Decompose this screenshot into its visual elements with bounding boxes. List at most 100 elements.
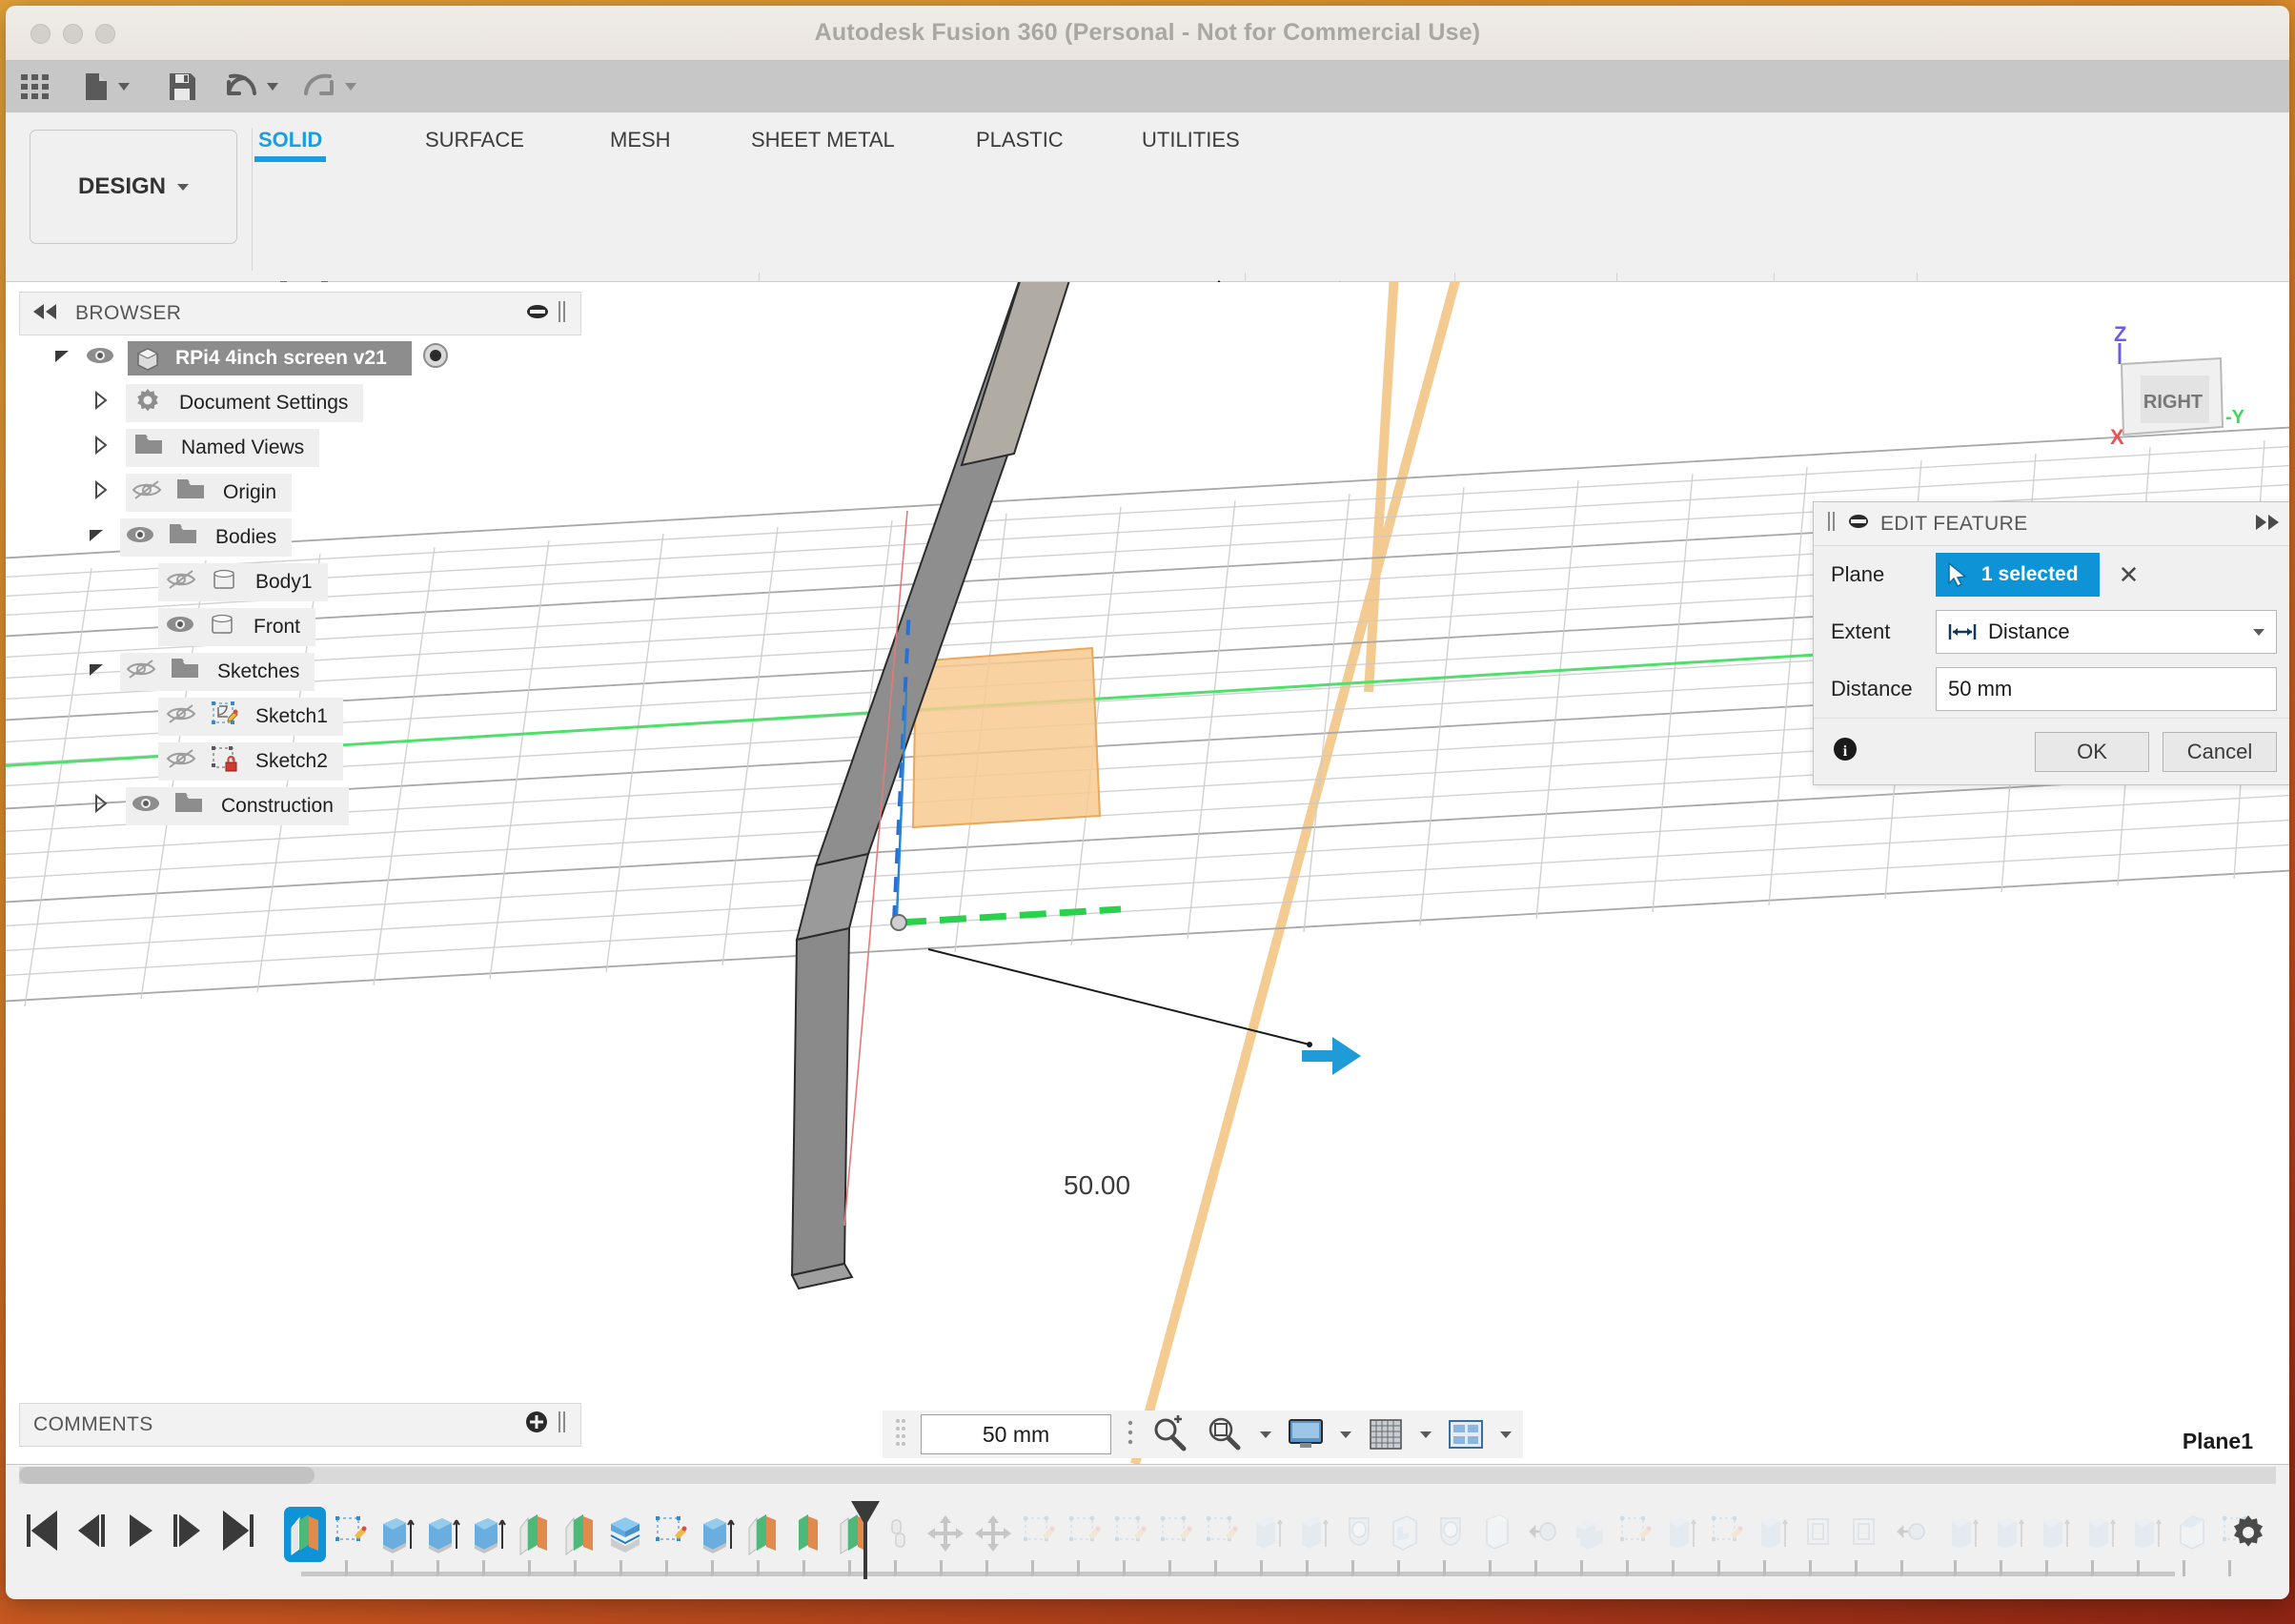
timeline-item-chamfer-feature-icon[interactable]	[2173, 1511, 2211, 1556]
chevron-right-icon[interactable]	[93, 479, 109, 505]
panel-grip-icon[interactable]	[558, 1411, 567, 1438]
display-settings-icon[interactable]	[1285, 1415, 1327, 1453]
chevron-down-icon[interactable]	[1340, 1431, 1351, 1438]
tab-solid[interactable]: SOLID	[254, 128, 327, 162]
timeline-item-extrude-feature-icon[interactable]	[1754, 1511, 1792, 1556]
timeline-item-plane-feature-icon[interactable]	[515, 1511, 553, 1556]
timeline-item-sketch-feature-icon[interactable]	[1066, 1511, 1104, 1556]
expand-right-icon[interactable]	[2256, 513, 2281, 536]
timeline-item-extrude-feature-icon[interactable]	[469, 1511, 507, 1556]
timeline-item-plane-feature-icon[interactable]	[743, 1511, 782, 1556]
tree-item-sketches[interactable]: Sketches	[19, 649, 581, 694]
tab-utilities[interactable]: UTILITIES	[1142, 128, 1240, 152]
play-icon[interactable]	[120, 1509, 158, 1553]
timeline-item-extrude-feature-icon[interactable]	[1662, 1511, 1700, 1556]
timeline-playhead[interactable]	[851, 1501, 880, 1579]
visibility-eye-icon[interactable]	[86, 346, 114, 371]
timeline-item-extrude-feature-icon[interactable]	[1944, 1511, 1982, 1556]
tab-mesh[interactable]: MESH	[610, 128, 671, 152]
timeline-item-extrude-feature-icon[interactable]	[377, 1511, 416, 1556]
chevron-down-icon[interactable]	[1260, 1431, 1271, 1438]
go-to-end-icon[interactable]	[219, 1509, 257, 1553]
tree-root-namebox[interactable]: RPi4 4inch screen v21	[128, 340, 412, 376]
chevron-right-icon[interactable]	[93, 435, 109, 460]
minimize-icon[interactable]	[527, 303, 548, 325]
timeline-item-plane-feature-icon[interactable]	[286, 1511, 324, 1556]
visibility-hidden-icon[interactable]	[166, 748, 196, 775]
timeline-scrollbar-thumb[interactable]	[19, 1467, 315, 1484]
timeline-item-sketch-feature-icon[interactable]	[1111, 1511, 1149, 1556]
tree-item-document-settings[interactable]: Document Settings	[19, 380, 581, 425]
tree-item-named-views[interactable]: Named Views	[19, 425, 581, 470]
timeline-item-sketch-feature-icon[interactable]	[1203, 1511, 1241, 1556]
grip-dots-icon[interactable]	[894, 1413, 907, 1456]
more-dots-icon[interactable]	[1125, 1413, 1136, 1456]
tab-surface[interactable]: SURFACE	[425, 128, 524, 152]
save-icon[interactable]	[166, 71, 198, 108]
expand-triangle-icon[interactable]	[88, 526, 105, 549]
minimize-icon[interactable]	[1848, 513, 1869, 536]
tab-sheet-metal[interactable]: SHEET METAL	[751, 128, 895, 152]
chevron-right-icon[interactable]	[93, 793, 109, 819]
tree-item-root[interactable]: RPi4 4inch screen v21	[19, 335, 581, 380]
timeline-item-extrude-feature-icon[interactable]	[1294, 1511, 1332, 1556]
tree-item-sketch1[interactable]: Sketch1	[19, 694, 581, 739]
cancel-button[interactable]: Cancel	[2163, 731, 2277, 772]
timeline-item-sketch-feature-icon[interactable]	[1708, 1511, 1746, 1556]
undo-icon[interactable]	[225, 71, 284, 108]
visibility-hidden-icon[interactable]	[166, 703, 196, 730]
go-to-beginning-icon[interactable]	[23, 1509, 61, 1553]
visibility-hidden-icon[interactable]	[132, 479, 162, 506]
timeline-scrollbar-track[interactable]	[19, 1467, 2276, 1484]
expand-triangle-icon[interactable]	[88, 660, 105, 683]
plane-selection-button[interactable]: 1 selected	[1936, 553, 2100, 597]
timeline-item-mirror-feature-icon[interactable]	[1523, 1511, 1561, 1556]
timeline-settings-icon[interactable]	[2228, 1512, 2268, 1553]
timeline-item-sketch-feature-icon[interactable]	[1020, 1511, 1058, 1556]
visibility-eye-icon[interactable]	[132, 794, 160, 819]
activate-radio-icon[interactable]	[421, 341, 450, 376]
timeline-track[interactable]	[301, 1572, 2175, 1576]
visibility-hidden-icon[interactable]	[166, 569, 196, 596]
timeline-item-plane-feature-icon[interactable]	[560, 1511, 599, 1556]
timeline-item-extrude-feature-icon[interactable]	[698, 1511, 736, 1556]
timeline-item-construct-plane-feature-icon[interactable]	[789, 1511, 827, 1556]
timeline-item-extrude-feature-icon[interactable]	[2036, 1511, 2074, 1556]
redo-icon[interactable]	[303, 71, 362, 108]
tree-item-body1[interactable]: Body1	[19, 559, 581, 604]
extent-dropdown[interactable]: Distance	[1936, 610, 2277, 654]
info-icon[interactable]: i	[1831, 735, 1859, 768]
timeline-item-extrude-feature-icon[interactable]	[1249, 1511, 1287, 1556]
timeline-item-extrude-feature-icon[interactable]	[2127, 1511, 2165, 1556]
chevron-down-icon[interactable]	[1420, 1431, 1432, 1438]
app-grid-icon[interactable]	[19, 71, 51, 108]
tree-item-sketch2[interactable]: Sketch2	[19, 739, 581, 783]
unit-value-input[interactable]: 50 mm	[921, 1414, 1111, 1454]
timeline-item-shell-feature-icon[interactable]	[1477, 1511, 1515, 1556]
tree-item-front[interactable]: Front	[19, 604, 581, 649]
chevron-right-icon[interactable]	[93, 390, 109, 416]
timeline-item-pattern-feature-icon[interactable]	[1845, 1511, 1883, 1556]
expand-triangle-icon[interactable]	[53, 347, 71, 370]
timeline-item-move-feature-icon[interactable]	[926, 1511, 965, 1556]
timeline-item-sketch-feature-icon[interactable]	[332, 1511, 370, 1556]
collapse-left-icon[interactable]	[33, 303, 58, 324]
distance-input[interactable]: 50 mm	[1936, 667, 2277, 711]
ok-button[interactable]: OK	[2035, 731, 2149, 772]
timeline-item-sketch-feature-icon[interactable]	[652, 1511, 690, 1556]
tab-plastic[interactable]: PLASTIC	[976, 128, 1064, 152]
clear-selection-icon[interactable]: ✕	[2119, 560, 2140, 590]
timeline-item-extrude-feature-icon[interactable]	[1990, 1511, 2028, 1556]
new-file-icon[interactable]	[80, 71, 135, 108]
timeline-item-extrude-feature-icon[interactable]	[2082, 1511, 2120, 1556]
timeline-item-shell-feature-icon[interactable]	[1386, 1511, 1424, 1556]
timeline-item-hole-feature-icon[interactable]	[1340, 1511, 1378, 1556]
workspace-switcher-button[interactable]: DESIGN	[30, 130, 237, 244]
zoom-icon[interactable]	[1149, 1415, 1191, 1453]
visibility-eye-icon[interactable]	[126, 525, 154, 550]
fit-icon[interactable]	[1205, 1415, 1247, 1453]
timeline-item-extrude-feature-icon[interactable]	[423, 1511, 461, 1556]
timeline-item-hole-feature-icon[interactable]	[1432, 1511, 1470, 1556]
visibility-eye-icon[interactable]	[166, 615, 194, 639]
panel-grip-icon[interactable]	[558, 300, 567, 327]
